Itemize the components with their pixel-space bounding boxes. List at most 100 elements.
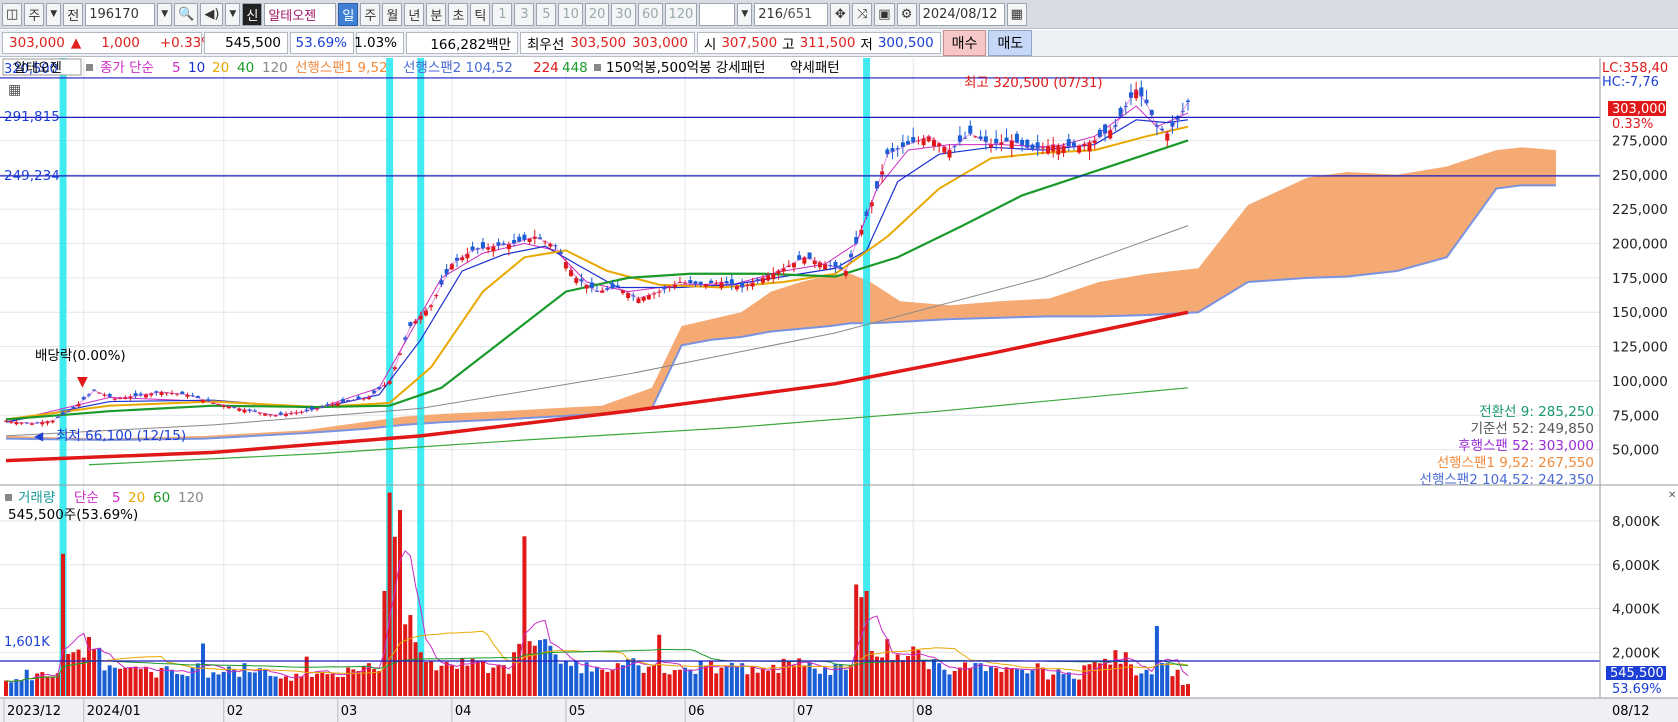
volume-bar [340, 676, 345, 696]
volume-bar [201, 643, 205, 696]
interval-minute[interactable]: 분 [426, 2, 447, 26]
price-legend: 320,500 알테오젠 종가 단순 5 10 20 40 120 선행스팬1 … [2, 58, 840, 77]
volume-bar [309, 676, 314, 696]
current-pct-label: 0.33% [1612, 117, 1653, 132]
volume-ma-20: 20 [128, 490, 145, 506]
volume-bar [750, 666, 755, 696]
volume-bar [584, 662, 589, 696]
search-icon[interactable]: 🔍 [174, 2, 199, 26]
volume-ma-60: 60 [153, 490, 170, 506]
close-panel-icon[interactable]: ✕ [1668, 490, 1676, 501]
num-1[interactable]: 1 [492, 2, 513, 26]
volume-bar [14, 679, 19, 696]
volume-bar [703, 665, 708, 696]
ichimoku-readout: 후행스팬 52: 303,000 [1458, 438, 1594, 454]
interval-day[interactable]: 일 [338, 2, 359, 26]
volume-tick-label: 6,000K [1612, 558, 1661, 574]
volume-bar [558, 663, 563, 696]
speaker-dropdown-icon[interactable]: ▼ [225, 2, 241, 26]
gear-icon[interactable]: ⚙ [896, 2, 917, 26]
interval-week[interactable]: 주 [360, 2, 381, 26]
volume-bar [1170, 676, 1175, 696]
stock-code-input[interactable]: 196170 [85, 2, 156, 26]
volume-bar [989, 666, 993, 696]
x-axis-right-label: 08/12 [1612, 704, 1649, 719]
price-axis: 275,000 250,000 225,000 200,000 175,000 150,0… [1612, 133, 1668, 458]
prev-button[interactable]: 전 [63, 2, 84, 26]
volume-bar [232, 668, 237, 696]
credit-badge: 신 [242, 2, 263, 26]
layout-icon[interactable]: ◫ [2, 2, 23, 26]
volume-bar [1186, 684, 1190, 696]
grid-small-icon[interactable]: ▦ [8, 82, 21, 98]
num-20[interactable]: 20 [584, 2, 610, 26]
num-5[interactable]: 5 [536, 2, 557, 26]
stock-name-field[interactable]: 알테오젠 [264, 2, 337, 26]
volume-bar [112, 667, 117, 696]
interval-month[interactable]: 월 [382, 2, 403, 26]
volume-bar [149, 671, 154, 696]
volume-bar [734, 666, 739, 696]
volume-bar [662, 673, 667, 696]
interval-second[interactable]: 초 [448, 2, 469, 26]
code-dropdown-icon[interactable]: ▼ [157, 2, 173, 26]
date-field[interactable]: 2024/08/12 [918, 2, 1005, 26]
up-arrow-icon: ▲ [70, 35, 82, 51]
legend-ma-120: 120 [262, 60, 288, 76]
number-dropdown-icon[interactable]: ▼ [737, 2, 753, 26]
volume-bar [864, 591, 869, 696]
interval-year[interactable]: 년 [404, 2, 425, 26]
ichimoku-readout: 선행스팬2 104,52: 242,350 [1420, 472, 1594, 488]
interval-tick[interactable]: 틱 [470, 2, 491, 26]
volume-bar [1077, 679, 1082, 696]
volume-bar [1175, 669, 1180, 696]
candle-body [1165, 133, 1170, 141]
volume-bar [470, 658, 475, 696]
custom-number-input[interactable] [699, 2, 736, 26]
num-30[interactable]: 30 [611, 2, 636, 26]
volume-bar [890, 660, 895, 696]
volume-bar [211, 672, 216, 696]
volume-value-tag-text: 545,500 [1610, 666, 1664, 681]
crosshair-icon[interactable]: ✥ [830, 2, 851, 26]
current-price-tag-text: 303,000 [1612, 102, 1666, 117]
volume-bar [398, 510, 402, 696]
low-arrow-icon: ◀ [34, 429, 44, 443]
volume-bar [102, 670, 107, 696]
speaker-icon[interactable]: ◀) [200, 2, 224, 26]
stock-chart[interactable]: 320,500 알테오젠 종가 단순 5 10 20 40 120 선행스팬1 … [0, 58, 1678, 722]
candle-body [480, 242, 485, 249]
count-field[interactable]: 216/651 [754, 2, 829, 26]
volume-bar [574, 661, 579, 696]
volume-bar [1025, 673, 1030, 696]
volume-bar [392, 536, 397, 696]
calendar-icon[interactable]: ▦ [1006, 2, 1027, 26]
volume-bar [610, 669, 615, 696]
save-icon[interactable]: ▣ [874, 2, 895, 26]
buy-button[interactable]: 매수 [942, 30, 987, 56]
period-selector[interactable]: 주 [24, 2, 45, 26]
candle-body [921, 138, 926, 146]
volume-bar [859, 597, 864, 696]
volume-bar [942, 669, 947, 696]
candle-body [563, 262, 568, 269]
volume-bar [61, 553, 66, 696]
sell-button[interactable]: 매도 [988, 30, 1033, 56]
num-10[interactable]: 10 [558, 2, 583, 26]
num-60[interactable]: 60 [637, 2, 663, 26]
volume-bar [92, 649, 97, 696]
volume-bar [1149, 674, 1154, 696]
chevron-down-icon[interactable]: ▼ [46, 2, 62, 26]
num-120[interactable]: 120 [664, 2, 698, 26]
trend-tool-icon[interactable]: ⤨ [852, 2, 873, 26]
volume-bar [346, 667, 351, 696]
candle-body [1186, 100, 1190, 102]
volume-value: 545,500 [225, 35, 281, 51]
open-price: 307,500 [721, 35, 778, 51]
volume-bar [921, 661, 926, 696]
volume-bar [926, 669, 931, 696]
volume-bar [569, 665, 574, 696]
num-3[interactable]: 3 [514, 2, 535, 26]
current-price: 303,000 [9, 35, 65, 51]
dividend-arrow-icon: ▼ [77, 374, 88, 390]
